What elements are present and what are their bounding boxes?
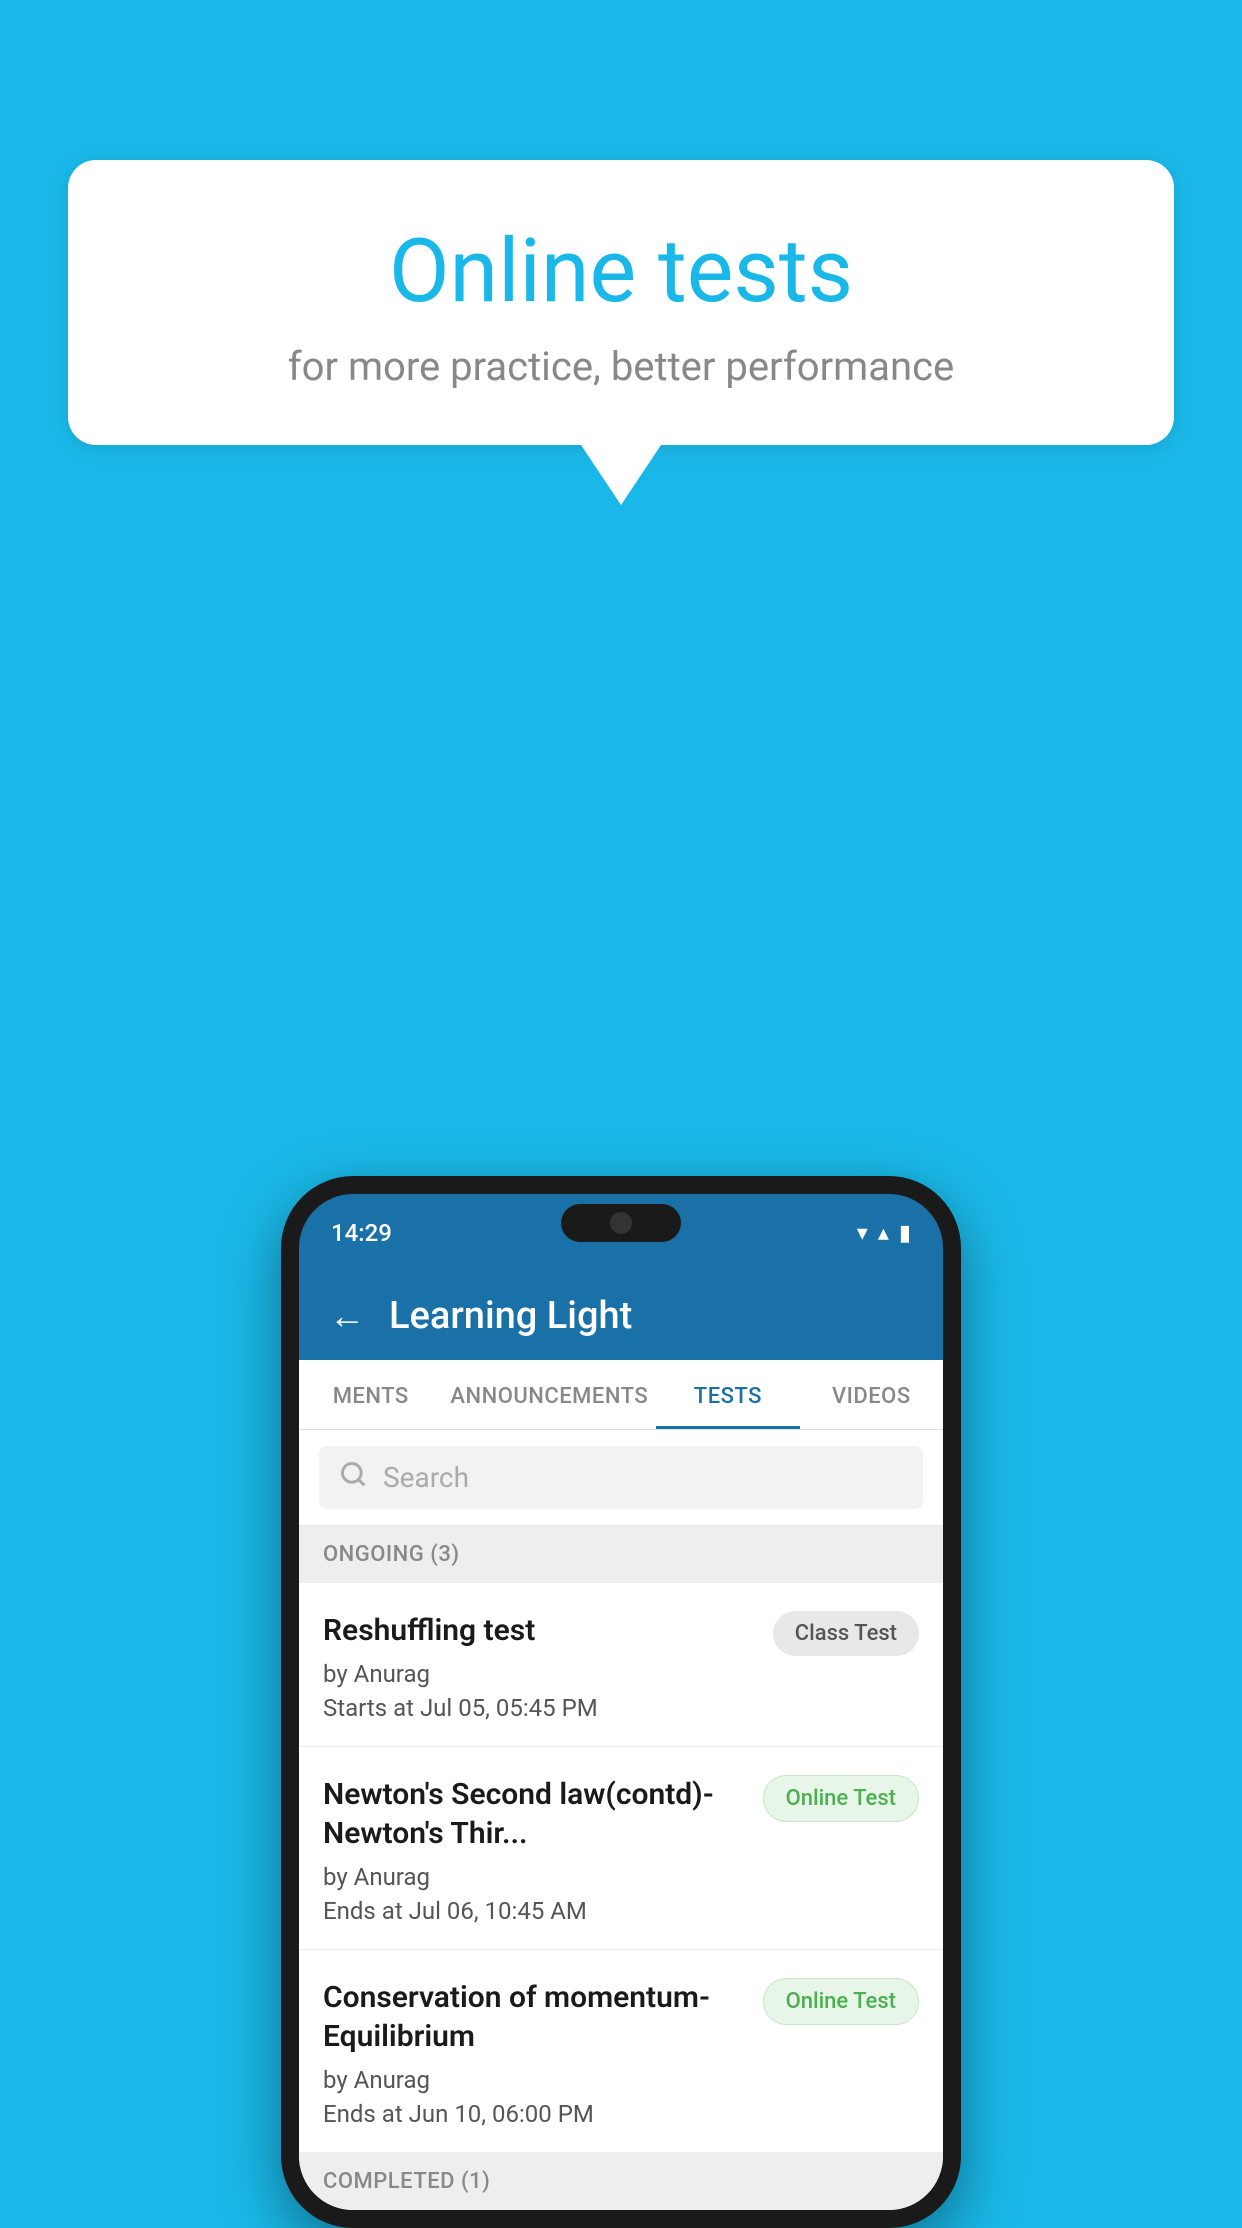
- search-input[interactable]: Search: [383, 1461, 469, 1494]
- test-info-reshuffling: Reshuffling test by Anurag Starts at Jul…: [323, 1611, 757, 1722]
- bubble-title: Online tests: [148, 220, 1094, 323]
- app-header: ← Learning Light: [299, 1272, 943, 1360]
- test-info-newton: Newton's Second law(contd)-Newton's Thir…: [323, 1775, 747, 1925]
- phone-mockup: 14:29 ▾ ▴ ▮ ← Learning Light MENTS: [281, 1176, 961, 2228]
- test-time-reshuffling: Starts at Jul 05, 05:45 PM: [323, 1694, 757, 1722]
- test-item-reshuffling[interactable]: Reshuffling test by Anurag Starts at Jul…: [299, 1583, 943, 1747]
- app-title: Learning Light: [389, 1294, 632, 1338]
- badge-online-test-newton: Online Test: [763, 1775, 919, 1822]
- test-list: Reshuffling test by Anurag Starts at Jul…: [299, 1583, 943, 2153]
- tabs-bar: MENTS ANNOUNCEMENTS TESTS VIDEOS: [299, 1360, 943, 1430]
- wifi-icon: ▾: [857, 1221, 868, 1246]
- ongoing-section-header: ONGOING (3): [299, 1526, 943, 1583]
- phone-screen: ← Learning Light MENTS ANNOUNCEMENTS TES…: [299, 1272, 943, 2210]
- tab-tests[interactable]: TESTS: [656, 1360, 799, 1429]
- tab-announcements[interactable]: ANNOUNCEMENTS: [442, 1360, 656, 1429]
- test-time-newton: Ends at Jul 06, 10:45 AM: [323, 1897, 747, 1925]
- test-title-conservation: Conservation of momentum-Equilibrium: [323, 1978, 747, 2056]
- test-title-newton: Newton's Second law(contd)-Newton's Thir…: [323, 1775, 747, 1853]
- test-author-conservation: by Anurag: [323, 2066, 747, 2094]
- test-time-conservation: Ends at Jun 10, 06:00 PM: [323, 2100, 747, 2128]
- speech-bubble-section: Online tests for more practice, better p…: [68, 160, 1174, 505]
- tab-videos[interactable]: VIDEOS: [800, 1360, 943, 1429]
- test-title-reshuffling: Reshuffling test: [323, 1611, 757, 1650]
- completed-title: COMPLETED (1): [323, 2169, 919, 2194]
- search-bar[interactable]: Search: [319, 1446, 923, 1509]
- signal-icon: ▴: [878, 1221, 889, 1246]
- completed-section-header: COMPLETED (1): [299, 2153, 943, 2210]
- test-info-conservation: Conservation of momentum-Equilibrium by …: [323, 1978, 747, 2128]
- search-icon: [339, 1460, 367, 1495]
- badge-online-test-conservation: Online Test: [763, 1978, 919, 2025]
- bubble-subtitle: for more practice, better performance: [148, 343, 1094, 390]
- search-container[interactable]: Search: [299, 1430, 943, 1526]
- test-item-newton[interactable]: Newton's Second law(contd)-Newton's Thir…: [299, 1747, 943, 1950]
- test-author-reshuffling: by Anurag: [323, 1660, 757, 1688]
- test-author-newton: by Anurag: [323, 1863, 747, 1891]
- tab-ments[interactable]: MENTS: [299, 1360, 442, 1429]
- bubble-arrow: [581, 445, 661, 505]
- badge-class-test: Class Test: [773, 1611, 919, 1656]
- test-item-conservation[interactable]: Conservation of momentum-Equilibrium by …: [299, 1950, 943, 2153]
- speech-bubble: Online tests for more practice, better p…: [68, 160, 1174, 445]
- status-time: 14:29: [331, 1219, 392, 1247]
- battery-icon: ▮: [899, 1221, 911, 1246]
- camera: [610, 1212, 632, 1234]
- back-button[interactable]: ←: [329, 1295, 365, 1337]
- status-bar: 14:29 ▾ ▴ ▮: [299, 1194, 943, 1272]
- phone-frame: 14:29 ▾ ▴ ▮ ← Learning Light MENTS: [281, 1176, 961, 2228]
- notch: [561, 1204, 681, 1242]
- status-icons: ▾ ▴ ▮: [857, 1221, 911, 1246]
- ongoing-title: ONGOING (3): [323, 1542, 919, 1567]
